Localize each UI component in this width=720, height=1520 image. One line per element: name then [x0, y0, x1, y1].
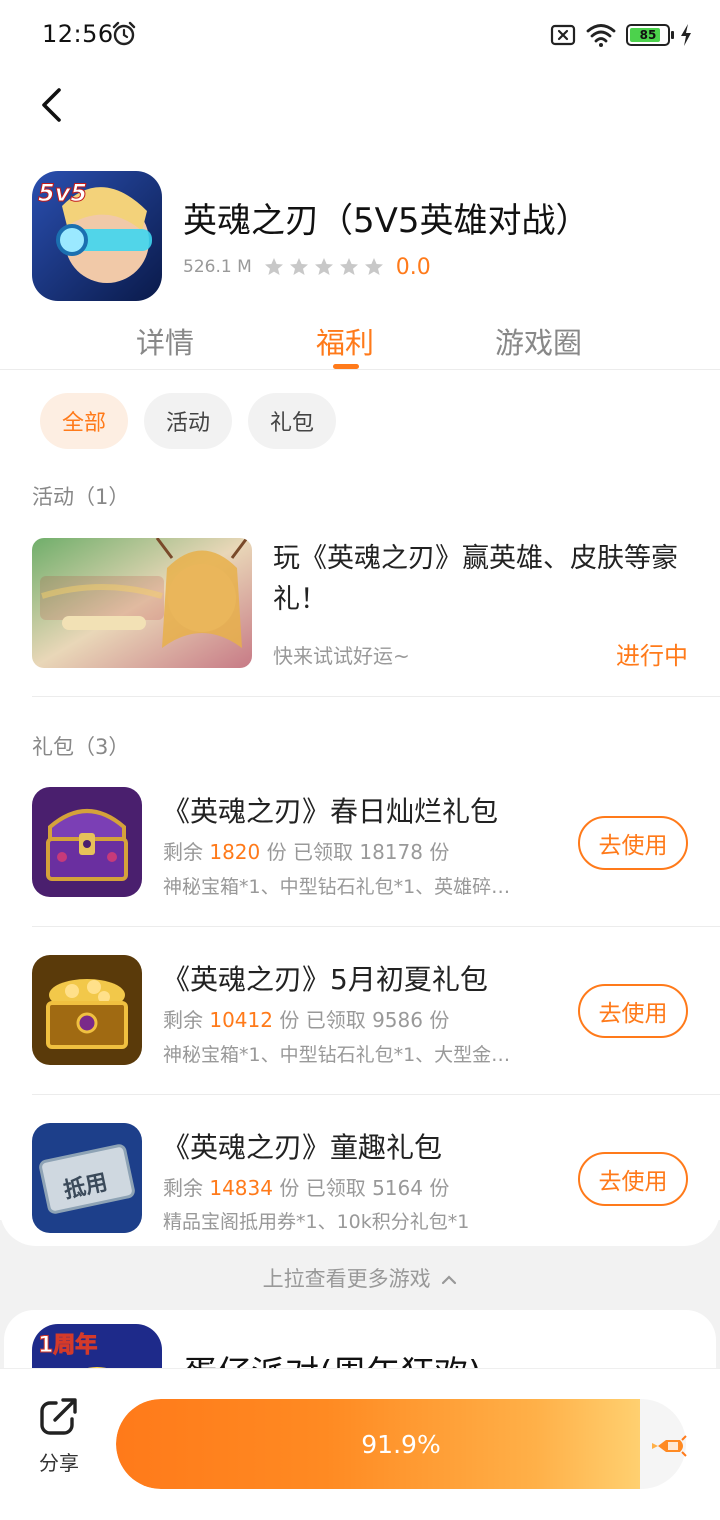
gifts-section-title: 礼包（3） [32, 735, 130, 759]
pull-up-more-games[interactable]: 上拉查看更多游戏 [0, 1263, 720, 1293]
star-icon [364, 258, 383, 275]
divider [32, 1094, 720, 1095]
star-icon [314, 258, 333, 275]
app-title: 英魂之刃（5V5英雄对战） [183, 201, 590, 241]
gift-title[interactable]: 《英魂之刃》童趣礼包 [162, 1126, 442, 1166]
gift-voucher-image: 抵用 [32, 1123, 142, 1233]
back-arrow-icon[interactable] [34, 84, 74, 126]
activity-description: 快来试试好运~ [273, 644, 410, 668]
use-gift-button[interactable]: 去使用 [578, 816, 688, 870]
remaining-label: 剩余 [163, 840, 203, 864]
svg-text:5v5: 5v5 [38, 179, 87, 207]
star-icon [289, 258, 308, 275]
share-button[interactable]: 分享 [28, 1395, 90, 1476]
filter-activities[interactable]: 活动 [144, 393, 232, 449]
svg-text:1周年: 1周年 [38, 1332, 97, 1358]
activity-banner-image[interactable] [32, 538, 252, 668]
app-meta: 526.1 M 0.0 [183, 252, 431, 282]
gift-chest-image [32, 787, 142, 897]
share-label: 分享 [39, 1451, 79, 1475]
use-gift-button[interactable]: 去使用 [578, 984, 688, 1038]
sim-off-icon [550, 24, 576, 46]
activity-status: 进行中 [616, 642, 688, 670]
gift-remaining-count: 10412 [209, 1008, 273, 1032]
gift-description: 精品宝阁抵用券*1、10k积分礼包*1 [163, 1211, 470, 1233]
wifi-icon [586, 24, 616, 47]
use-gift-button[interactable]: 去使用 [578, 1152, 688, 1206]
app-size: 526.1 M [183, 257, 252, 277]
star-icon [264, 258, 283, 275]
unit-label: 份 [429, 1008, 450, 1032]
bottom-action-bar: 分享 91.9% [0, 1368, 720, 1520]
gift-stats: 剩余 10412 份 已领取 9586 份 [163, 1004, 449, 1033]
app-icon: 5v5 [32, 171, 162, 301]
activity-title[interactable]: 玩《英魂之刃》赢英雄、皮肤等豪礼！ [273, 538, 688, 620]
pull-more-label: 上拉查看更多游戏 [262, 1267, 431, 1291]
tab-active-indicator [333, 364, 359, 369]
status-time: 12:56 [42, 20, 114, 48]
tab-game-circle[interactable]: 游戏圈 [495, 320, 582, 362]
claimed-label: 份 已领取 [279, 1008, 366, 1032]
tab-details[interactable]: 详情 [136, 320, 194, 362]
gift-description: 神秘宝箱*1、中型钻石礼包*1、大型金… [163, 1044, 511, 1066]
unit-label: 份 [429, 1176, 450, 1200]
remaining-label: 剩余 [163, 1008, 203, 1032]
gift-claimed-count: 5164 [372, 1176, 423, 1200]
status-bar: 12:56 85 [0, 0, 720, 70]
rating-value: 0.0 [395, 254, 431, 280]
share-icon [40, 1398, 77, 1435]
rating-stars [264, 257, 384, 277]
gift-stats: 剩余 14834 份 已领取 5164 份 [163, 1172, 449, 1201]
unit-label: 份 [429, 840, 450, 864]
gift-claimed-count: 18178 [359, 840, 423, 864]
gift-title[interactable]: 《英魂之刃》春日灿烂礼包 [162, 790, 498, 830]
download-progress-button[interactable]: 91.9% [116, 1399, 686, 1489]
tab-benefits[interactable]: 福利 [316, 320, 374, 362]
gift-title[interactable]: 《英魂之刃》5月初夏礼包 [162, 958, 488, 998]
divider [32, 696, 720, 697]
tab-bar: 详情 福利 游戏圈 [0, 318, 720, 370]
claimed-label: 份 已领取 [266, 840, 353, 864]
remaining-label: 剩余 [163, 1176, 203, 1200]
activities-section-title: 活动（1） [32, 485, 130, 509]
divider [32, 926, 720, 927]
progress-text: 91.9% [361, 1429, 441, 1459]
filter-gifts[interactable]: 礼包 [248, 393, 336, 449]
rocket-icon [652, 1435, 687, 1457]
claimed-label: 份 已领取 [279, 1176, 366, 1200]
gift-claimed-count: 9586 [372, 1008, 423, 1032]
gift-description: 神秘宝箱*1、中型钻石礼包*1、英雄碎… [163, 876, 511, 898]
filter-all[interactable]: 全部 [40, 393, 128, 449]
battery-icon: 85 [626, 24, 674, 46]
gift-gold-chest-image [32, 955, 142, 1065]
charging-bolt-icon [681, 24, 691, 46]
star-icon [339, 258, 358, 275]
gift-stats: 剩余 1820 份 已领取 18178 份 [163, 836, 449, 865]
gift-remaining-count: 1820 [209, 840, 261, 864]
gift-remaining-count: 14834 [209, 1176, 273, 1200]
chevron-up-icon [442, 1275, 457, 1285]
alarm-icon [112, 21, 136, 46]
battery-percent: 85 [639, 28, 657, 42]
